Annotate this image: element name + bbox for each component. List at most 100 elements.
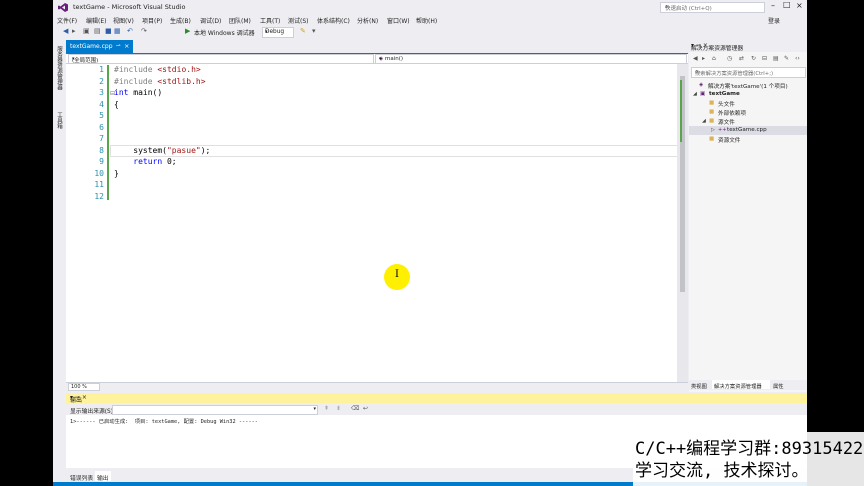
refresh-icon[interactable]: ↻ bbox=[751, 55, 756, 62]
tab-output[interactable]: 输出 bbox=[95, 471, 111, 482]
home-icon[interactable]: ⌂ bbox=[712, 55, 716, 62]
close-tab-icon[interactable]: × bbox=[124, 42, 129, 50]
menu-debug[interactable]: 调试(D) bbox=[200, 16, 221, 25]
standard-toolbar: ◀ ▸ ▣ ▤ ■ ▦ ↶ ↷ ▶ 本地 Windows 调试器 Debug ▾… bbox=[53, 25, 807, 38]
menu-edit[interactable]: 编辑(E) bbox=[86, 16, 106, 25]
output-source-bar: 显示输出来源(S): ▾ ⇞ ⇟ ⌫ ↩ bbox=[66, 404, 807, 415]
member-dropdown[interactable]: ◈ main() ▾ bbox=[375, 54, 687, 64]
chevron-down-icon: ▾ bbox=[313, 406, 316, 412]
editor-vertical-scrollbar[interactable] bbox=[677, 64, 688, 382]
search-icon: ⌕ bbox=[695, 68, 699, 75]
tree-item-project[interactable]: ◢ ▣ textGame bbox=[689, 90, 807, 99]
solution-icon: ◈ bbox=[699, 81, 704, 88]
forward-icon[interactable]: ▸ bbox=[702, 55, 705, 62]
scope-dropdown[interactable]: (全局范围) ▾ bbox=[68, 54, 374, 64]
pending-changes-icon[interactable]: ◷ bbox=[727, 55, 732, 62]
go-to-previous-icon[interactable]: ⇟ bbox=[336, 405, 341, 412]
tree-item-external-dependencies[interactable]: ■ 外部依赖项 bbox=[689, 108, 807, 118]
debugger-label[interactable]: 本地 Windows 调试器 bbox=[194, 28, 255, 37]
word-wrap-icon[interactable]: ↩ bbox=[363, 405, 368, 412]
chevron-down-icon: ▾ bbox=[72, 55, 75, 62]
close-icon[interactable]: × bbox=[796, 1, 803, 10]
expanded-arrow-icon[interactable]: ◢ bbox=[702, 118, 706, 124]
menu-bar: 文件(F) 编辑(E) 视图(V) 项目(P) 生成(B) 调试(D) 团队(M… bbox=[53, 14, 807, 25]
sync-icon[interactable]: ⇄ bbox=[739, 55, 744, 62]
menu-architecture[interactable]: 体系结构(C) bbox=[317, 16, 350, 25]
minimize-icon[interactable]: – bbox=[771, 1, 775, 10]
zoom-level-select[interactable]: 100 % bbox=[68, 383, 100, 391]
line-number: 3 bbox=[99, 88, 104, 97]
tree-label: 头文件 bbox=[718, 102, 735, 108]
panel-options-icon[interactable]: ▾ ⊸ × bbox=[691, 42, 804, 49]
menu-tools[interactable]: 工具(T) bbox=[260, 16, 280, 25]
save-all-icon[interactable]: ▦ bbox=[114, 27, 121, 35]
maximize-icon[interactable]: □ bbox=[783, 0, 791, 9]
solution-search-input[interactable]: 搜索解决方案资源管理器(Ctrl+;) ⌕ bbox=[691, 67, 806, 78]
line-number: 11 bbox=[94, 180, 104, 189]
properties-icon[interactable]: ✎ bbox=[784, 55, 789, 62]
tree-item-resource-files[interactable]: ■ 资源文件 bbox=[689, 135, 807, 145]
tab-solution-explorer[interactable]: 解决方案资源管理器 bbox=[712, 380, 770, 390]
expanded-arrow-icon[interactable]: ◢ bbox=[693, 91, 697, 97]
tab-class-view[interactable]: 类视图 bbox=[689, 380, 711, 390]
clear-all-icon[interactable]: ⌫ bbox=[351, 405, 359, 412]
left-tool-strip: 服务器资源管理器 工具箱 bbox=[53, 40, 65, 486]
tree-item-header-files[interactable]: ■ 头文件 bbox=[689, 99, 807, 109]
toolbox-tab[interactable]: 工具箱 bbox=[55, 112, 63, 129]
collapse-all-icon[interactable]: ⊟ bbox=[762, 55, 767, 62]
menu-window[interactable]: 窗口(W) bbox=[387, 16, 410, 25]
collapsed-arrow-icon[interactable]: ▷ bbox=[711, 127, 715, 133]
menu-build[interactable]: 生成(B) bbox=[170, 16, 191, 25]
pin-icon[interactable]: ⊸ bbox=[116, 43, 121, 49]
server-explorer-tab[interactable]: 服务器资源管理器 bbox=[55, 46, 63, 90]
menu-file[interactable]: 文件(F) bbox=[57, 16, 77, 25]
quick-launch-input[interactable]: 快速启动 (Ctrl+Q) ⌕ bbox=[660, 2, 765, 13]
panel-options-icon[interactable]: ▾ ⊸ × bbox=[70, 394, 799, 401]
line-number: 2 bbox=[99, 76, 104, 86]
document-tab-strip: textGame.cpp ⊸ × bbox=[66, 40, 688, 55]
code-line-3: int main() bbox=[114, 88, 163, 97]
code-line-9: return 0; bbox=[114, 157, 177, 166]
menu-team[interactable]: 团队(M) bbox=[229, 16, 251, 25]
undo-icon[interactable]: ↶ bbox=[127, 27, 133, 35]
tree-item-source-files[interactable]: ◢ ■ 源文件 bbox=[689, 117, 807, 127]
navigate-forward-icon[interactable]: ▸ bbox=[72, 27, 76, 35]
tree-item-textgame-cpp[interactable]: ▷ ++ textGame.cpp bbox=[689, 126, 807, 135]
sign-in-link[interactable]: 登录 bbox=[768, 16, 780, 25]
tree-label: 源文件 bbox=[718, 120, 735, 126]
navigate-back-icon[interactable]: ◀ bbox=[63, 27, 68, 35]
change-tracking-margin bbox=[107, 65, 109, 200]
tab-properties[interactable]: 属性 bbox=[771, 380, 787, 390]
menu-project[interactable]: 项目(P) bbox=[142, 16, 162, 25]
new-project-icon[interactable]: ▣ bbox=[83, 27, 90, 35]
editor-zoom-bar: 100 % bbox=[66, 382, 688, 391]
show-all-files-icon[interactable]: ▤ bbox=[773, 55, 779, 62]
find-in-files-icon[interactable]: ✎ bbox=[300, 27, 306, 35]
open-file-icon[interactable]: ▤ bbox=[94, 27, 101, 35]
tab-textgame-cpp[interactable]: textGame.cpp ⊸ × bbox=[66, 40, 133, 53]
tree-item-solution[interactable]: ◈ 解决方案'textGame'(1 个项目) bbox=[689, 81, 807, 91]
start-debugging-icon[interactable]: ▶ bbox=[185, 27, 190, 35]
redo-icon[interactable]: ↷ bbox=[141, 27, 147, 35]
back-icon[interactable]: ◀ bbox=[693, 55, 698, 62]
tab-error-list[interactable]: 错误列表 bbox=[68, 471, 94, 482]
code-line-1: #include <stdio.h> bbox=[114, 65, 201, 74]
tree-label: 资源文件 bbox=[718, 138, 741, 144]
folder-icon: ■ bbox=[709, 117, 715, 124]
tree-label: textGame bbox=[709, 91, 740, 97]
menu-test[interactable]: 测试(S) bbox=[288, 16, 309, 25]
menu-view[interactable]: 视图(V) bbox=[113, 16, 134, 25]
output-source-select[interactable]: ▾ bbox=[112, 405, 318, 415]
watermark-overlay: C/C++编程学习群:893154226 学习交流, 技术探讨。 bbox=[633, 432, 864, 486]
save-icon[interactable]: ■ bbox=[105, 27, 112, 35]
solution-configuration-select[interactable]: Debug ▾ bbox=[262, 27, 294, 38]
find-message-icon[interactable]: ⇞ bbox=[324, 405, 329, 412]
menu-help[interactable]: 帮助(H) bbox=[416, 16, 437, 25]
view-code-icon[interactable]: ‹› bbox=[795, 55, 800, 62]
line-number: 8 bbox=[99, 145, 104, 155]
visual-studio-logo-icon bbox=[58, 3, 68, 12]
menu-analyze[interactable]: 分析(N) bbox=[357, 16, 378, 25]
code-line-2: #include <stdlib.h> bbox=[114, 76, 206, 86]
toolbar-overflow-icon[interactable]: ▾ bbox=[312, 27, 316, 35]
code-editor[interactable]: ⊟ 1 2 3 4 5 6 7 8 9 10 11 12 #include <s… bbox=[66, 64, 688, 382]
